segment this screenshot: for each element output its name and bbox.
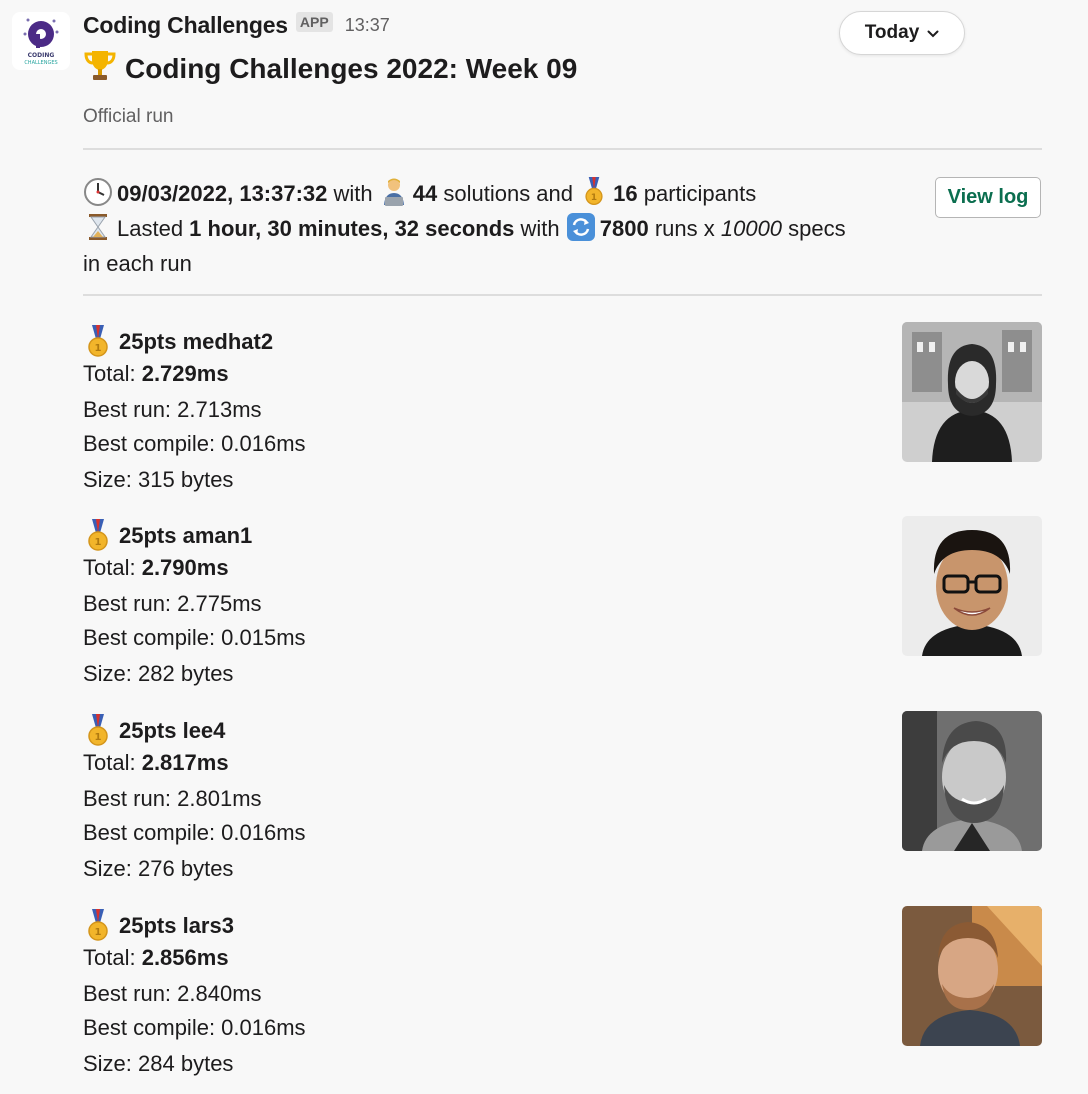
total-label: Total: — [83, 750, 142, 775]
result-entry: 1 25pts lee4 Total: 2.817ms Best run: 2.… — [83, 711, 1042, 891]
date-jump-label: Today — [864, 22, 920, 43]
result-name: 25pts medhat2 — [119, 329, 274, 354]
run-summary: 09/03/2022, 13:37:32 with 44 solutions a… — [83, 176, 903, 281]
solutions-count: 44 — [412, 181, 438, 206]
result-entry: 1 25pts medhat2 Total: 2.729ms Best run:… — [83, 322, 1042, 502]
svg-text:1: 1 — [95, 537, 102, 548]
message-title: Coding Challenges 2022: Week 09 — [83, 48, 577, 89]
avatar[interactable] — [902, 906, 1042, 1046]
result-total: Total: 2.856ms — [83, 944, 229, 972]
total-label: Total: — [83, 945, 142, 970]
summary-text: specs — [782, 216, 846, 241]
summary-text: runs x — [648, 216, 721, 241]
result-total: Total: 2.790ms — [83, 554, 229, 582]
total-label: Total: — [83, 555, 142, 580]
result-rank: 1 25pts lars3 — [83, 909, 234, 943]
medal-icon: 1 — [83, 909, 113, 943]
message-time[interactable]: 13:37 — [345, 15, 390, 36]
summary-text: participants — [637, 181, 757, 206]
app-badge: APP — [295, 12, 333, 32]
result-best-compile: Best compile: 0.016ms — [83, 820, 306, 845]
result-size: Size: 276 bytes — [83, 856, 234, 881]
app-name[interactable]: Coding Challenges — [83, 12, 288, 39]
result-total: Total: 2.729ms — [83, 360, 229, 388]
result-best-run: Best run: 2.775ms — [83, 591, 262, 616]
svg-text:1: 1 — [95, 732, 102, 743]
total-value: 2.856ms — [141, 945, 229, 970]
summary-text: Lasted — [117, 216, 190, 241]
result-size: Size: 282 bytes — [83, 661, 234, 686]
logo-text-coding: CODING — [28, 52, 55, 59]
summary-line-3: in each run — [83, 251, 192, 276]
avatar[interactable] — [902, 711, 1042, 851]
result-best-run: Best run: 2.840ms — [83, 981, 262, 1006]
message-header: Coding Challenges APP 13:37 — [83, 10, 390, 40]
summary-text: with — [327, 181, 379, 206]
medal-icon: 1 — [579, 177, 609, 207]
result-entry: 1 25pts lars3 Total: 2.856ms Best run: 2… — [83, 906, 1042, 1086]
result-size: Size: 315 bytes — [83, 467, 234, 492]
message-subtitle: Official run — [83, 106, 174, 127]
total-value: 2.729ms — [141, 361, 229, 386]
summary-line-1: 09/03/2022, 13:37:32 with 44 solutions a… — [83, 176, 903, 211]
result-best-run: Best run: 2.713ms — [83, 397, 262, 422]
result-best-run: Best run: 2.801ms — [83, 786, 262, 811]
total-value: 2.790ms — [141, 555, 229, 580]
summary-line-2: Lasted 1 hour, 30 minutes, 32 seconds wi… — [83, 211, 903, 246]
specs-count: 10000 — [720, 216, 783, 241]
hourglass-icon — [83, 212, 113, 242]
avatar[interactable] — [902, 322, 1042, 462]
avatar[interactable] — [902, 516, 1042, 656]
result-size: Size: 284 bytes — [83, 1051, 234, 1076]
divider — [83, 294, 1042, 296]
result-name: 25pts lars3 — [119, 913, 234, 938]
result-rank: 1 25pts medhat2 — [83, 325, 273, 359]
medal-icon: 1 — [83, 325, 113, 359]
run-datetime: 09/03/2022, 13:37:32 — [117, 181, 328, 206]
svg-text:1: 1 — [95, 343, 102, 354]
medal-icon: 1 — [83, 714, 113, 748]
date-jump-button[interactable]: Today — [839, 11, 965, 55]
runs-count: 7800 — [599, 216, 649, 241]
logo-text-challenges: CHALLENGES — [24, 60, 57, 66]
run-duration: 1 hour, 30 minutes, 32 seconds — [189, 216, 515, 241]
divider — [83, 148, 1042, 150]
chevron-down-icon — [927, 22, 939, 44]
result-best-compile: Best compile: 0.016ms — [83, 1015, 306, 1040]
medal-icon: 1 — [83, 519, 113, 553]
result-name: 25pts lee4 — [119, 718, 226, 743]
participants-count: 16 — [613, 181, 638, 206]
total-value: 2.817ms — [141, 750, 229, 775]
svg-text:1: 1 — [95, 927, 102, 938]
result-rank: 1 25pts aman1 — [83, 519, 252, 553]
result-entry: 1 25pts aman1 Total: 2.790ms Best run: 2… — [83, 516, 1042, 696]
summary-text: solutions and — [437, 181, 580, 206]
repeat-icon — [566, 212, 596, 242]
view-log-button[interactable]: View log — [935, 177, 1041, 218]
app-logo[interactable]: CODING CHALLENGES — [12, 12, 70, 70]
trophy-icon — [83, 48, 117, 89]
result-name: 25pts aman1 — [119, 523, 253, 548]
result-best-compile: Best compile: 0.015ms — [83, 625, 306, 650]
technologist-icon — [379, 177, 409, 207]
summary-text: with — [514, 216, 566, 241]
total-label: Total: — [83, 361, 142, 386]
result-best-compile: Best compile: 0.016ms — [83, 431, 306, 456]
result-rank: 1 25pts lee4 — [83, 714, 225, 748]
svg-text:1: 1 — [591, 193, 597, 203]
clock-icon — [83, 177, 113, 207]
result-total: Total: 2.817ms — [83, 749, 229, 777]
title-text: Coding Challenges 2022: Week 09 — [125, 52, 578, 84]
